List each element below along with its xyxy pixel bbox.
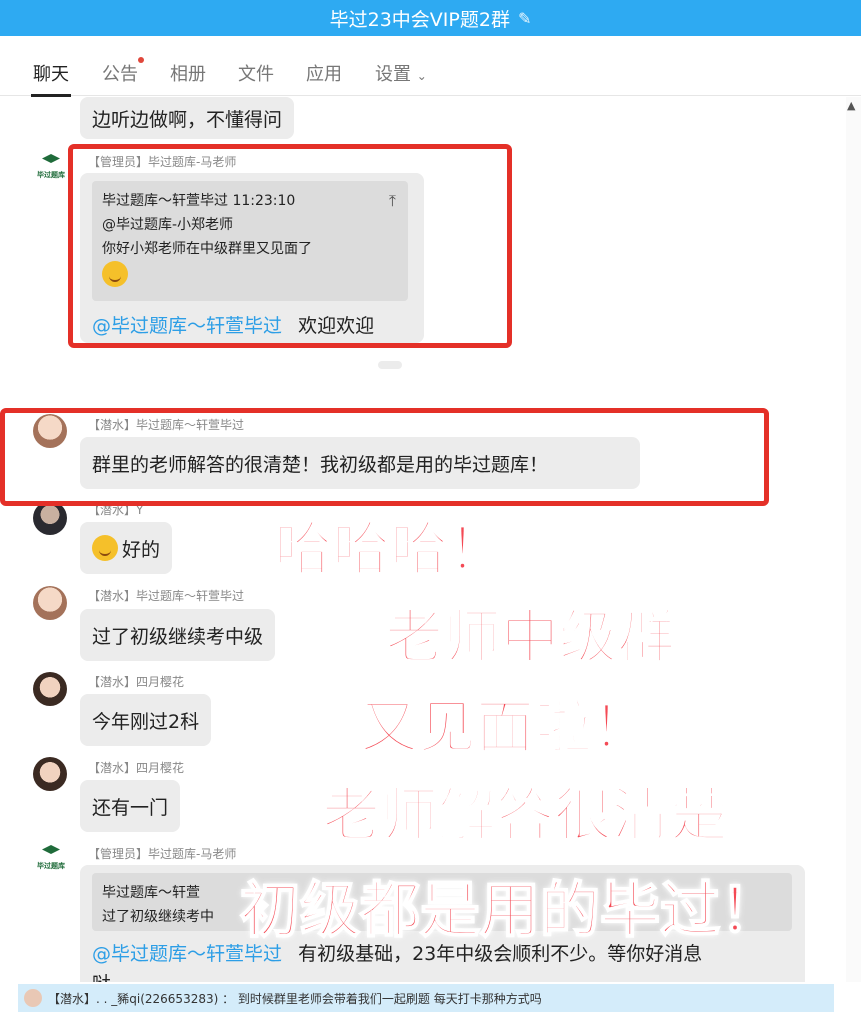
avatar[interactable]: [33, 501, 67, 535]
avatar-logo-text: 毕过题库: [37, 171, 65, 179]
avatar: [24, 989, 42, 1007]
overlay-caption: 老师中级群: [384, 602, 676, 672]
unread-dot: [138, 57, 144, 63]
graduation-cap-icon: [42, 845, 60, 854]
message-bubble[interactable]: 边听边做啊，不懂得问: [80, 97, 295, 139]
edit-icon[interactable]: ✎: [518, 9, 531, 28]
tab-settings[interactable]: 设置 ⌄: [375, 60, 427, 86]
avatar-logo-text: 毕过题库: [37, 862, 65, 870]
overlay-caption: 老师解答很清楚: [321, 780, 729, 850]
emoji-icon: [92, 535, 118, 561]
message-bubble[interactable]: 过了初级继续考中级: [80, 609, 276, 661]
title-bar: 毕过23中会VIP题2群 ✎: [0, 0, 861, 36]
avatar[interactable]: 毕过题库: [33, 152, 69, 188]
overlay-caption: 初级都是用的毕过！: [239, 875, 781, 947]
tab-chat[interactable]: 聊天: [31, 60, 71, 97]
overlay-caption: 又见面啦！: [359, 692, 651, 762]
graduation-cap-icon: [42, 154, 60, 163]
tab-bar: 聊天 公告 相册 文件 应用 设置 ⌄: [0, 36, 861, 97]
system-notice: [378, 361, 402, 369]
tab-album[interactable]: 相册: [170, 60, 206, 86]
highlight-box: [68, 144, 512, 348]
avatar[interactable]: [33, 757, 67, 791]
message-text-continued: 哒: [92, 969, 111, 982]
new-message-banner[interactable]: 【潜水】. . _豨qi(226653283) ： 到时候群里老师会带着我们一起…: [18, 984, 834, 1012]
sender-name: 【潜水】四月樱花: [88, 675, 185, 689]
tab-apps[interactable]: 应用: [306, 60, 342, 86]
sender-name: 【潜水】毕过题库～轩萱毕过: [88, 589, 245, 603]
avatar[interactable]: [33, 672, 67, 706]
avatar[interactable]: 毕过题库: [33, 843, 69, 879]
highlight-box: [0, 408, 769, 506]
scroll-up-icon[interactable]: ▲: [847, 99, 855, 112]
avatar[interactable]: [33, 586, 67, 620]
tab-files[interactable]: 文件: [238, 60, 274, 86]
tab-announcement-label: 公告: [102, 64, 138, 85]
tab-settings-label: 设置: [375, 64, 411, 85]
window-title: 毕过23中会VIP题2群: [329, 8, 510, 31]
message-bubble[interactable]: 今年刚过2科: [80, 694, 212, 746]
overlay-caption: 哈哈哈！: [273, 514, 507, 584]
tab-announcement[interactable]: 公告: [102, 57, 144, 86]
chevron-down-icon: ⌄: [416, 69, 427, 83]
banner-text: 【潜水】. . _豨qi(226653283) ： 到时候群里老师会带着我们一起…: [48, 991, 542, 1006]
